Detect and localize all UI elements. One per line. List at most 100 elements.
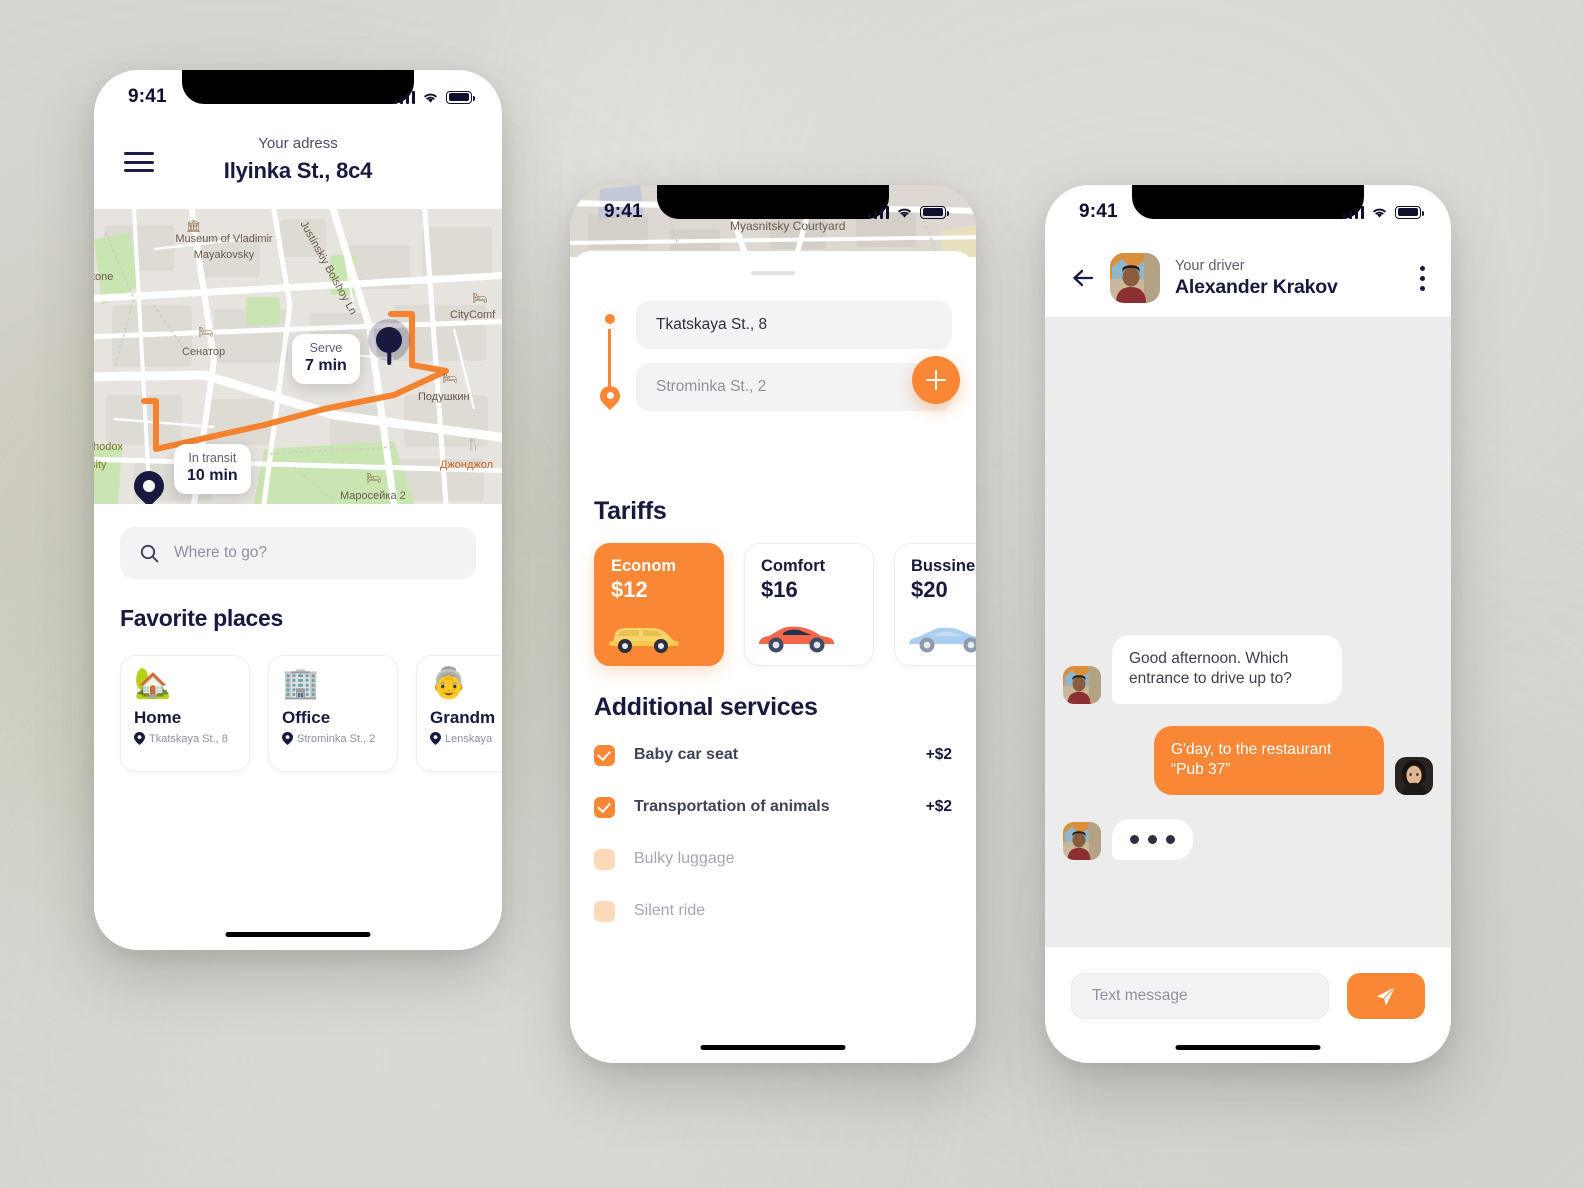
service-name: Baby car seat [634,746,739,763]
status-time: 9:41 [128,86,167,107]
chat-messages[interactable]: Good afternoon. Which entrance to drive … [1045,317,1451,947]
hotel-icon: 🛏 [366,471,382,485]
battery-icon [1395,205,1424,219]
status-bar: 9:41 [94,70,502,124]
service-row-baby-car-seat[interactable]: Baby car seat +$2 [594,737,952,773]
hotel-icon: 🛏 [198,325,214,339]
current-address[interactable]: Ilyinka St., 8c4 [94,158,502,184]
tariff-card-comfort[interactable]: Comfort $16 [744,543,874,666]
message-bubble: Good afternoon. Which entrance to drive … [1112,635,1342,704]
send-button[interactable] [1347,973,1425,1019]
favorite-card-office[interactable]: 🏢 Office Strominka St., 2 [268,655,398,772]
red-car-icon [759,626,834,653]
chat-header: Your driver Alexander Krakov [1045,239,1451,317]
home-header: Your adress Ilyinka St., 8c4 [94,124,502,209]
home-indicator [1175,1044,1321,1050]
driver-name: Alexander Krakov [1175,275,1338,298]
yellow-car-icon [609,628,679,653]
search-input[interactable]: Where to go? [120,527,476,579]
address-label: Your adress [258,135,338,152]
services-title: Additional services [594,693,818,721]
favorite-card-home[interactable]: 🏡 Home Tkatskaya St., 8 [120,655,250,772]
destination-input[interactable]: Strominka St., 2 [636,363,952,411]
chip-label: Serve [309,341,343,355]
origin-input[interactable]: Tkatskaya St., 8 [636,301,952,349]
tariff-name: Econom [611,557,677,575]
home-emoji-icon: 🏡 [134,667,172,700]
tariff-card-bussiness[interactable]: Bussine $20 [894,543,976,666]
typing-dots-icon [1112,818,1193,860]
avatar-photo [1395,756,1433,795]
driver-avatar-small [1063,821,1101,860]
service-row-animals[interactable]: Transportation of animals +$2 [594,789,952,825]
cellular-signal-icon [1342,205,1364,219]
search-placeholder: Where to go? [174,544,268,561]
message-bubble: G'day, to the restaurant “Pub 37” [1154,725,1384,795]
tariffs-list: Econom $12 Comfort $16 Bussine $20 [594,543,976,666]
user-avatar-small [1395,756,1433,795]
location-pin-icon [430,732,441,745]
avatar-photo [1063,665,1101,704]
driver-label: Your driver [1175,257,1245,274]
restaurant-icon: 🍴 [466,437,481,451]
driver-avatar-small [1063,665,1101,704]
tariff-name: Comfort [761,557,826,575]
blue-car-icon [909,627,976,653]
destination-pin-icon [595,381,625,412]
checkbox-unchecked-icon[interactable] [594,900,615,922]
status-bar: 9:41 [570,185,976,239]
favorites-title: Favorite places [120,605,283,631]
serve-time-chip: Serve 7 min [292,334,360,384]
avatar-photo [1110,253,1160,303]
cellular-signal-icon [393,90,415,104]
tariff-price: $16 [761,577,798,602]
order-sheet: Tkatskaya St., 8 Strominka St., 2 Tariff… [570,251,976,1063]
sheet-grabber[interactable] [751,271,795,275]
status-bar: 9:41 [1045,185,1451,239]
service-price: +$2 [925,798,952,815]
search-icon [140,544,159,562]
checkbox-checked-icon[interactable] [594,796,615,818]
favorite-name: Office [282,708,331,727]
favorite-card-grandma[interactable]: 👵 Grandm Lenskaya [416,655,502,772]
favorite-address: Lenskaya [445,732,493,745]
chip-value: 7 min [305,357,347,374]
tariff-price: $12 [611,577,648,602]
phone-screen-chat: 9:41 Your driver Alexander Krakov Good a… [1045,185,1451,1063]
checkbox-unchecked-icon[interactable] [594,848,615,870]
tariffs-title: Tariffs [594,497,667,525]
service-row-silent-ride[interactable]: Silent ride [594,893,952,929]
tariff-price: $20 [911,577,948,602]
origin-dot-icon [600,309,620,329]
service-name: Bulky luggage [634,850,735,867]
grandma-emoji-icon: 👵 [430,667,468,700]
favorite-name: Grandm [430,708,496,727]
destination-pin-icon[interactable] [368,319,410,361]
location-pin-icon [282,732,293,745]
back-arrow-icon[interactable] [1071,266,1095,290]
tariff-card-econom[interactable]: Econom $12 [594,543,724,666]
favorites-list: 🏡 Home Tkatskaya St., 8 🏢 Office Stromin… [120,655,502,772]
map-view[interactable]: 🏛 Museum of Vladimir Mayakovsky tone Jus… [94,209,502,504]
home-indicator [700,1044,846,1050]
kebab-menu-icon[interactable] [1420,265,1425,291]
origin-pin-icon[interactable] [127,464,171,504]
avatar-photo [1063,821,1101,860]
favorite-name: Home [134,708,182,727]
checkbox-checked-icon[interactable] [594,744,615,766]
wifi-icon [424,93,437,103]
chat-typing-indicator [1045,818,1451,860]
message-input[interactable]: Text message [1071,973,1329,1019]
route-rail [608,319,611,391]
add-stop-button[interactable] [912,356,960,404]
phone-screen-order: Myasnitsky Courtyard 9:41 Tkatskaya St.,… [570,185,976,1063]
chip-value: 10 min [187,467,238,484]
favorite-address: Tkatskaya St., 8 [149,732,228,745]
service-row-bulky-luggage[interactable]: Bulky luggage [594,841,952,877]
service-price: +$2 [925,746,952,763]
tariff-name: Bussine [911,557,976,575]
driver-avatar[interactable] [1110,253,1160,303]
route-fields: Tkatskaya St., 8 Strominka St., 2 [594,301,960,412]
chat-message-incoming: Good afternoon. Which entrance to drive … [1045,635,1451,704]
hotel-icon: 🛏 [472,291,488,305]
